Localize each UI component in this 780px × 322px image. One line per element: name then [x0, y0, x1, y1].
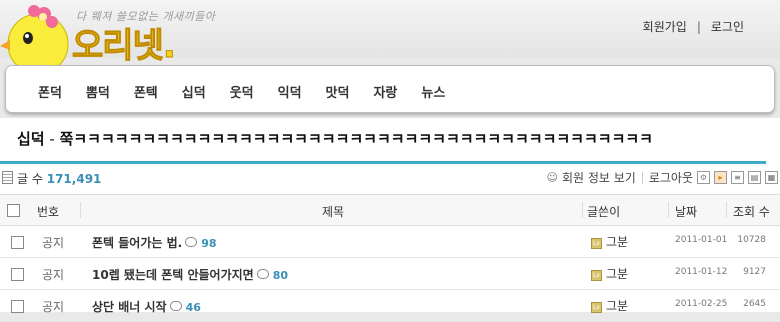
tool-separator	[641, 171, 643, 184]
nav-item[interactable]: 폰텍	[134, 82, 158, 101]
row-checkbox[interactable]	[11, 268, 24, 281]
main-nav: 폰덕 뽐덕 폰텍 십덕 웃덕 익덕 맛덕 자랑 뉴스	[5, 65, 775, 113]
row-title-text[interactable]: 10렙 됐는데 폰텍 안들어가지면	[92, 268, 254, 282]
col-divider	[582, 202, 583, 218]
logo-text[interactable]: 오리넷.	[72, 18, 177, 67]
auth-links: 회원가입 | 로그인	[639, 18, 748, 35]
member-info-link[interactable]: 회원 정보 보기	[562, 169, 636, 186]
nav-item[interactable]: 뉴스	[421, 82, 445, 101]
row-title[interactable]: 10렙 됐는데 폰텍 안들어가지면 80	[92, 266, 288, 283]
row-author-name[interactable]: 그분	[606, 235, 628, 249]
nav-item[interactable]: 맛덕	[326, 82, 350, 101]
count-label: 글 수	[17, 172, 43, 186]
document-icon	[2, 171, 13, 184]
nav-list: 폰덕 뽐덕 폰텍 십덕 웃덕 익덕 맛덕 자랑 뉴스	[38, 82, 469, 101]
row-author-name[interactable]: 그분	[606, 299, 628, 313]
board-title: 십덕 - 쭉ㅋㅋㅋㅋㅋㅋㅋㅋㅋㅋㅋㅋㅋㅋㅋㅋㅋㅋㅋㅋㅋㅋㅋㅋㅋㅋㅋㅋㅋㅋㅋㅋㅋㅋ…	[17, 128, 653, 149]
nav-item[interactable]: 폰덕	[38, 82, 62, 101]
col-num: 번호	[37, 205, 60, 219]
login-link[interactable]: 로그인	[707, 20, 748, 34]
webzine-view-icon[interactable]: ▤	[748, 171, 761, 184]
level-icon: Lv	[591, 238, 602, 249]
site-slogan: 다 뭬져 쓸모없는 개새끼들아	[76, 10, 216, 23]
comment-icon	[185, 237, 198, 247]
user-icon: ☺	[546, 171, 558, 184]
settings-icon[interactable]: ⚙	[697, 171, 710, 184]
row-num: 공지	[42, 300, 65, 314]
comment-count[interactable]: 80	[273, 269, 288, 282]
table-header: 번호 제목 글쓴이 날짜 조회 수	[0, 194, 780, 226]
row-author[interactable]: Lv 그분	[591, 297, 628, 314]
list-view-icon[interactable]: ≡	[731, 171, 744, 184]
nav-item[interactable]: 익덕	[278, 82, 302, 101]
comment-count[interactable]: 46	[186, 301, 201, 314]
col-divider	[668, 202, 669, 218]
row-views: 10728	[737, 235, 766, 245]
nav-item[interactable]: 뽐덕	[86, 82, 110, 101]
row-num: 공지	[42, 268, 65, 282]
select-all-checkbox[interactable]	[7, 204, 20, 217]
row-author[interactable]: Lv 그분	[591, 233, 628, 250]
board-tools: ☺ 회원 정보 보기 로그아웃 ⚙ ▸ ≡ ▤ ▦	[546, 169, 780, 186]
comment-count[interactable]: 98	[201, 237, 216, 250]
board-name[interactable]: 십덕	[17, 130, 45, 148]
level-icon: Lv	[591, 270, 602, 281]
row-author[interactable]: Lv 그분	[591, 265, 628, 282]
col-divider	[80, 202, 81, 218]
row-date: 2011-02-25	[675, 299, 728, 309]
row-checkbox[interactable]	[11, 236, 24, 249]
nav-item[interactable]: 십덕	[182, 82, 206, 101]
col-title[interactable]: 제목	[322, 203, 344, 220]
nav-item[interactable]: 웃덕	[230, 82, 254, 101]
title-dash: -	[44, 130, 60, 148]
level-icon: Lv	[591, 302, 602, 313]
col-divider	[726, 202, 727, 218]
logout-link[interactable]: 로그아웃	[649, 169, 693, 186]
col-date[interactable]: 날짜	[675, 203, 697, 220]
join-link[interactable]: 회원가입	[639, 20, 691, 34]
row-author-name[interactable]: 그분	[606, 267, 628, 281]
row-title[interactable]: 폰텍 들어가는 법. 98	[92, 234, 217, 251]
post-count: 글 수 171,491	[2, 170, 101, 187]
row-num: 공지	[42, 236, 65, 250]
comment-icon	[169, 301, 182, 311]
row-date: 2011-01-12	[675, 267, 728, 277]
row-title[interactable]: 상단 배너 시작 46	[92, 298, 201, 315]
table-row: 공지 10렙 됐는데 폰텍 안들어가지면 80 Lv 그분 2011-01-12 9…	[0, 258, 780, 290]
board-subtitle: 쭉ㅋㅋㅋㅋㅋㅋㅋㅋㅋㅋㅋㅋㅋㅋㅋㅋㅋㅋㅋㅋㅋㅋㅋㅋㅋㅋㅋㅋㅋㅋㅋㅋㅋㅋㅋㅋㅋㅋㅋ…	[59, 130, 653, 148]
board-content: 십덕 - 쭉ㅋㅋㅋㅋㅋㅋㅋㅋㅋㅋㅋㅋㅋㅋㅋㅋㅋㅋㅋㅋㅋㅋㅋㅋㅋㅋㅋㅋㅋㅋㅋㅋㅋㅋ…	[0, 118, 780, 322]
auth-separator: |	[696, 20, 701, 34]
table-row: 공지 폰텍 들어가는 법. 98 Lv 그분 2011-01-01 10728	[0, 226, 780, 258]
table-row: 공지 상단 배너 시작 46 Lv 그분 2011-02-25 2645	[0, 290, 780, 322]
scrollbar[interactable]	[763, 155, 780, 312]
row-title-text[interactable]: 폰텍 들어가는 법.	[92, 236, 182, 250]
count-value: 171,491	[46, 172, 102, 186]
col-author: 글쓴이	[587, 205, 621, 219]
nav-item[interactable]: 자랑	[373, 82, 397, 101]
row-checkbox[interactable]	[11, 300, 24, 313]
accent-divider	[0, 161, 766, 164]
comment-icon	[256, 269, 269, 279]
row-date: 2011-01-01	[675, 235, 728, 245]
rss-icon[interactable]: ▸	[714, 171, 727, 184]
